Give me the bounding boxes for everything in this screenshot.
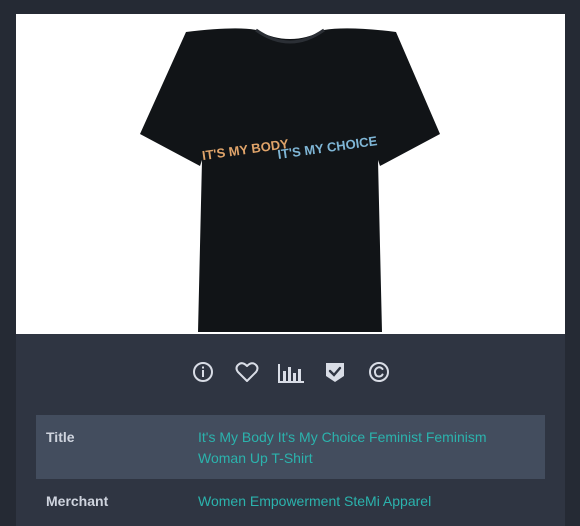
merchant-label: Merchant [46, 493, 109, 509]
table-row: Title It's My Body It's My Choice Femini… [36, 415, 545, 479]
verified-badge-icon[interactable] [321, 358, 349, 386]
product-image[interactable]: IT'S MY BODY IT'S MY CHOICE [16, 14, 565, 334]
table-row: Merchant Women Empowerment SteMi Apparel [36, 479, 545, 522]
bar-chart-icon[interactable] [277, 358, 305, 386]
info-icon[interactable] [189, 358, 217, 386]
heart-icon[interactable] [233, 358, 261, 386]
product-details-table: Title It's My Body It's My Choice Femini… [36, 415, 545, 522]
action-icon-bar [16, 354, 565, 390]
title-link[interactable]: It's My Body It's My Choice Feminist Fem… [198, 427, 535, 469]
title-label: Title [46, 429, 75, 445]
product-card: IT'S MY BODY IT'S MY CHOICE Title It's M… [16, 14, 565, 526]
tshirt-shape [140, 28, 440, 333]
copyright-icon[interactable] [365, 358, 393, 386]
merchant-link[interactable]: Women Empowerment SteMi Apparel [198, 491, 535, 512]
